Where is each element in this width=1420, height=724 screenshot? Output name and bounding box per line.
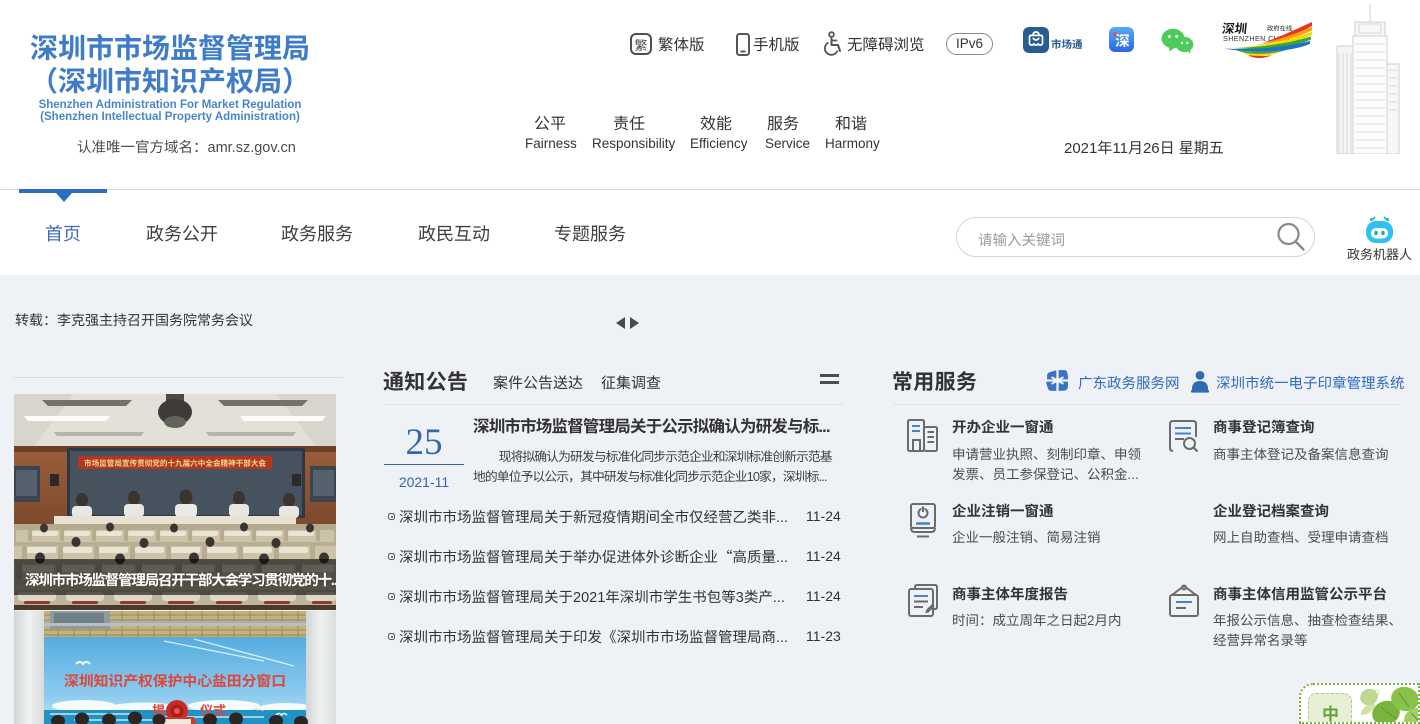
svg-text:市场监管局宣传贯彻党的十九届六中全会精神干部大会: 市场监管局宣传贯彻党的十九届六中全会精神干部大会 bbox=[84, 458, 266, 469]
svg-text:政府在线: 政府在线 bbox=[1267, 24, 1293, 33]
svg-text:深: 深 bbox=[1115, 30, 1130, 51]
svg-text:深圳知识产权保护中心盐田分窗口: 深圳知识产权保护中心盐田分窗口 bbox=[64, 670, 286, 691]
